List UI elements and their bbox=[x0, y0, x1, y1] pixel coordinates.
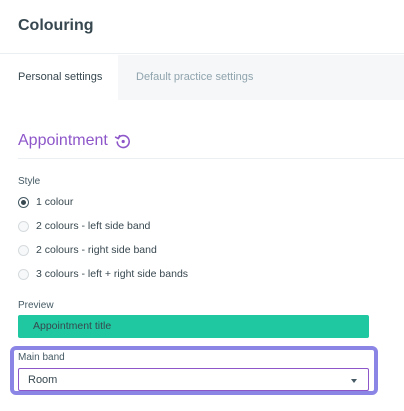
appointment-preview: Appointment title bbox=[18, 315, 369, 338]
tab-personal-settings[interactable]: Personal settings bbox=[0, 55, 118, 100]
radio-button[interactable] bbox=[18, 268, 29, 280]
section-heading: Appointment bbox=[18, 131, 132, 151]
radio-1-colour[interactable]: 1 colour bbox=[18, 194, 73, 210]
section-title: Appointment bbox=[18, 132, 108, 149]
main-band-label: Main band bbox=[18, 352, 65, 363]
radio-2-colours-left[interactable]: 2 colours - left side band bbox=[18, 218, 150, 234]
appointment-title: Appointment title bbox=[33, 320, 112, 332]
tab-default-practice-settings[interactable]: Default practice settings bbox=[118, 55, 404, 100]
page-title: Colouring bbox=[18, 17, 94, 34]
section-divider bbox=[18, 158, 404, 159]
radio-label: 2 colours - right side band bbox=[36, 244, 157, 256]
select-value: Room bbox=[28, 374, 58, 386]
radio-button[interactable] bbox=[18, 220, 29, 232]
settings-tabs: Personal settings Default practice setti… bbox=[0, 55, 404, 100]
refresh-icon[interactable] bbox=[114, 132, 132, 150]
radio-2-colours-right[interactable]: 2 colours - right side band bbox=[18, 242, 157, 258]
radio-button[interactable] bbox=[18, 244, 29, 256]
radio-3-colours[interactable]: 3 colours - left + right side bands bbox=[18, 266, 188, 282]
caret-down-icon bbox=[351, 379, 357, 383]
page-header: Colouring bbox=[0, 0, 404, 54]
radio-label: 3 colours - left + right side bands bbox=[36, 268, 189, 280]
radio-button[interactable] bbox=[18, 196, 29, 208]
preview-label: Preview bbox=[18, 300, 54, 311]
main-band-select[interactable]: Room bbox=[18, 368, 369, 391]
radio-label: 2 colours - left side band bbox=[36, 220, 151, 232]
radio-label: 1 colour bbox=[36, 196, 74, 208]
style-label: Style bbox=[18, 176, 41, 187]
